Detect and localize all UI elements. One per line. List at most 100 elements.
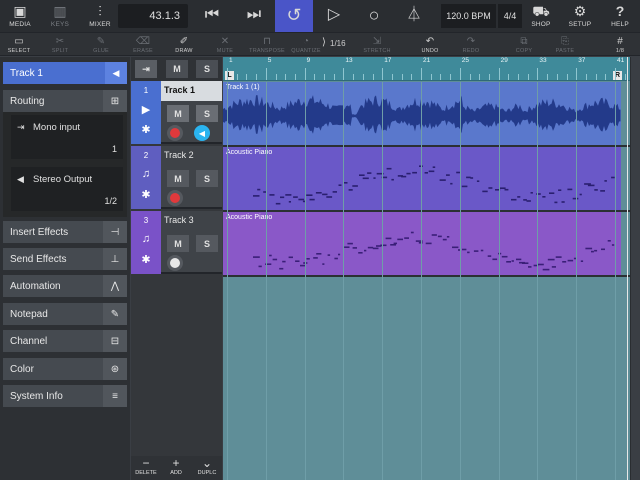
automation-section[interactable]: Automation ⋀ <box>3 275 127 297</box>
track-header-2[interactable]: 2 ♫ ✱ Track 2 M S <box>131 146 222 209</box>
ruler-label: 13 <box>345 57 353 64</box>
input-selector[interactable]: ⇥ Mono input 1 <box>11 115 123 159</box>
midi-event[interactable]: Acoustic Piano <box>223 147 621 210</box>
media-button[interactable]: ▣ MEDIA <box>4 0 36 32</box>
minus-icon: − <box>142 456 150 470</box>
cycle-button[interactable]: ↺ <box>275 0 313 32</box>
rewind-button[interactable]: ⏮ <box>196 0 228 32</box>
notepad-section[interactable]: Notepad ✎ <box>3 303 127 325</box>
mixer-button[interactable]: ⫶ MIXER <box>84 0 116 32</box>
solo-button[interactable]: S <box>196 105 218 122</box>
freeze-icon[interactable]: ✱ <box>137 253 155 266</box>
erase-tool[interactable]: ⌫ ERASE <box>128 33 158 56</box>
midi-note <box>326 196 333 198</box>
quantize-tool[interactable]: ◔ QUANTIZE <box>290 33 322 56</box>
midi-note <box>338 184 342 186</box>
ruler-label: 5 <box>267 57 272 64</box>
mute-button[interactable]: M <box>167 170 189 187</box>
mute-tool[interactable]: ✕ MUTE <box>210 33 240 56</box>
record-enable-button[interactable] <box>167 125 183 141</box>
midi-note <box>316 253 322 255</box>
mute-button[interactable]: M <box>167 235 189 252</box>
system-info-section[interactable]: System Info ≡ <box>3 385 127 407</box>
waveform <box>223 95 621 134</box>
ruler-tick <box>469 74 471 80</box>
timeline-ruler[interactable]: L R 1 5 9 13 17 21 25 29 33 37 41 <box>223 57 640 81</box>
midi-note <box>322 193 328 196</box>
tool-bar: ▭ SELECT ✂ SPLIT ✎ GLUE ⌫ ERASE ✐ DRAW ✕… <box>0 32 640 56</box>
record-button[interactable]: ○ <box>358 0 390 32</box>
position-display[interactable]: 43.1.3 <box>118 4 188 28</box>
glue-tool[interactable]: ✎ GLUE <box>86 33 116 56</box>
output-selector[interactable]: ◀ Stereo Output 1/2 <box>11 167 123 211</box>
midi-event[interactable]: Acoustic Piano <box>223 212 621 275</box>
solo-button[interactable]: S <box>196 170 218 187</box>
monitor-button[interactable]: ◀ <box>194 125 210 141</box>
transpose-tool[interactable]: ⊓ TRANSPOSE <box>249 33 285 56</box>
stretch-tool[interactable]: ⇲ STRETCH <box>360 33 394 56</box>
grid-line <box>537 82 539 480</box>
help-icon: ? <box>615 3 625 19</box>
arrange-area[interactable]: L R 1 5 9 13 17 21 25 29 33 37 41 Track 1 (1) Acou… <box>223 57 640 480</box>
play-button[interactable]: ▷ <box>318 0 350 32</box>
track-lanes[interactable]: Track 1 (1) Acoustic Piano Acoustic Pian… <box>223 82 640 480</box>
midi-note <box>473 250 479 252</box>
midi-note <box>594 189 598 191</box>
solo-button[interactable]: S <box>196 235 218 252</box>
freeze-icon[interactable]: ✱ <box>137 188 155 201</box>
undo-button[interactable]: ↶ UNDO <box>415 33 445 56</box>
midi-notes <box>253 165 615 205</box>
delete-track-button[interactable]: − DELETE <box>131 456 161 477</box>
snap-button[interactable]: # 1/8 <box>605 33 635 56</box>
copy-button[interactable]: ⧉ COPY <box>509 33 539 56</box>
vertical-scrollbar[interactable] <box>630 57 640 480</box>
record-enable-button[interactable] <box>167 255 183 271</box>
keys-button[interactable]: ▥ KEYS <box>44 0 76 32</box>
mute-button[interactable]: M <box>167 105 189 122</box>
record-enable-button[interactable] <box>167 190 183 206</box>
midi-note <box>347 242 353 245</box>
signature-display[interactable]: 4/4 <box>498 4 522 28</box>
midi-note <box>604 180 607 182</box>
track-name[interactable]: Track 3 <box>164 215 194 225</box>
color-section[interactable]: Color ⊛ <box>3 358 127 380</box>
track-header-3[interactable]: 3 ♫ ✱ Track 3 M S <box>131 211 222 274</box>
add-track-button[interactable]: + ADD <box>161 457 191 477</box>
midi-note <box>282 260 286 263</box>
track-header-1[interactable]: 1 ▶ ✱ Track 1 M S ◀ <box>131 81 222 144</box>
duplicate-track-button[interactable]: ⌄ DUPLC <box>192 457 222 477</box>
help-button[interactable]: ? HELP <box>605 0 635 32</box>
routing-section[interactable]: Routing ⊞ <box>3 90 127 112</box>
global-solo-button[interactable]: S <box>196 60 218 78</box>
quantize-value[interactable]: 1/16 <box>330 39 346 48</box>
shop-button[interactable]: ⛟ SHOP <box>526 0 556 32</box>
midi-note <box>561 201 565 203</box>
midi-note <box>344 246 350 248</box>
collapse-icon[interactable]: ◀ <box>105 62 127 84</box>
global-mute-button[interactable]: M <box>166 60 188 78</box>
redo-button[interactable]: ↷ REDO <box>456 33 486 56</box>
midi-note <box>352 185 358 187</box>
insert-effects-section[interactable]: Insert Effects ⊣ <box>3 221 127 243</box>
ruler-tick <box>576 68 578 80</box>
track-name[interactable]: Track 1 <box>164 85 195 95</box>
paste-button[interactable]: ⎘ PASTE <box>550 33 580 56</box>
tempo-display[interactable]: 120.0 BPM <box>441 4 496 28</box>
ruler-tick <box>411 74 413 80</box>
metronome-icon: ⏃ <box>406 6 422 23</box>
forward-button[interactable]: ⏭ <box>238 0 270 32</box>
track-name[interactable]: Track 2 <box>164 150 194 160</box>
send-effects-section[interactable]: Send Effects ⊥ <box>3 248 127 270</box>
setup-button[interactable]: ⚙ SETUP <box>564 0 596 32</box>
audio-event[interactable]: Track 1 (1) <box>223 82 621 145</box>
grid-icon: # <box>617 35 623 47</box>
draw-tool[interactable]: ✐ DRAW <box>169 33 199 56</box>
fold-tracks-button[interactable]: ⇥ <box>135 60 157 78</box>
metronome-button[interactable]: ⏃ <box>398 0 430 32</box>
playhead[interactable] <box>627 57 628 480</box>
freeze-icon[interactable]: ✱ <box>137 123 155 136</box>
select-tool[interactable]: ▭ SELECT <box>4 33 34 56</box>
channel-section[interactable]: Channel ⊟ <box>3 330 127 352</box>
split-tool[interactable]: ✂ SPLIT <box>45 33 75 56</box>
inspector-track-name[interactable]: Track 1 ◀ <box>3 62 127 84</box>
